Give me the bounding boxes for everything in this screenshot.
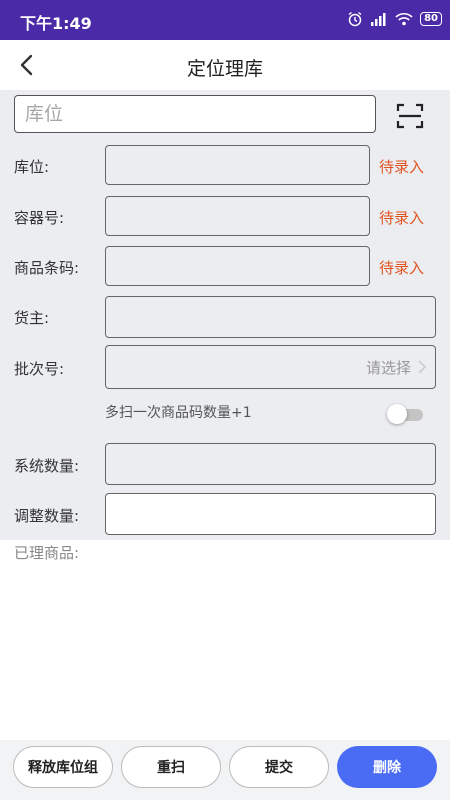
status-time: 下午1:49 [20,14,92,33]
toggle-knob [387,404,407,424]
bottom-action-bar: 释放库位组 重扫 提交 删除 [0,740,450,800]
processed-items-label: 已理商品: [14,544,80,562]
battery-icon: 80 [420,12,442,26]
location-search-input[interactable] [15,96,375,132]
nav-bar: 定位理库 [0,40,450,90]
owner-field[interactable] [105,296,436,338]
wifi-icon [395,13,413,26]
page-title: 定位理库 [186,58,263,80]
multi-scan-hint: 多扫一次商品码数量+1 [105,405,252,421]
batch-label: 批次号: [14,360,65,378]
form-area: 库位: 待录入 容器号: 待录入 商品条码: 待录入 货主: 批次号: 请选择 … [0,90,450,540]
system-qty-field [105,443,436,485]
status-bar: 下午1:49 80 [0,0,450,40]
batch-select[interactable]: 请选择 [105,345,436,389]
batch-placeholder: 请选择 [365,359,411,377]
container-status: 待录入 [379,209,425,227]
system-qty-label: 系统数量: [14,457,80,475]
adjust-qty-input[interactable] [105,493,436,535]
scan-icon[interactable] [396,102,424,130]
chevron-right-icon [418,360,427,374]
location-status: 待录入 [379,158,425,176]
barcode-label: 商品条码: [14,259,80,277]
rescan-button[interactable]: 重扫 [121,746,221,788]
release-location-group-button[interactable]: 释放库位组 [13,746,113,788]
owner-label: 货主: [14,309,50,327]
alarm-icon [348,11,362,27]
submit-button[interactable]: 提交 [229,746,329,788]
location-search-box[interactable] [14,95,376,133]
multi-scan-toggle[interactable] [387,404,423,424]
barcode-field[interactable] [105,246,370,286]
location-field[interactable] [105,145,370,185]
location-label: 库位: [14,158,50,176]
adjust-qty-label: 调整数量: [14,507,80,525]
signal-icon [371,13,386,26]
status-icons: 80 [347,11,442,27]
delete-button[interactable]: 删除 [337,746,437,788]
container-label: 容器号: [14,209,65,227]
barcode-status: 待录入 [379,259,425,277]
container-field[interactable] [105,196,370,236]
